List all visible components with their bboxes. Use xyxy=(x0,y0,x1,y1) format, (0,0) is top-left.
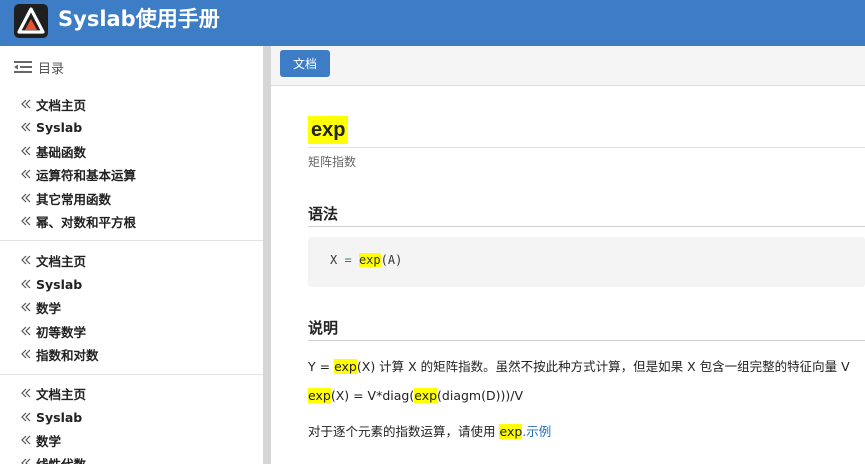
desc-text: Y = xyxy=(308,359,335,374)
nav-item-exp-log[interactable]: 指数和对数 xyxy=(21,345,99,363)
title-divider xyxy=(308,147,865,148)
nav-item-home[interactable]: 文档主页 xyxy=(21,95,86,113)
description-line-3: 对于逐个元素的指数运算，请使用 exp.示例 xyxy=(308,421,551,440)
nav-item-home[interactable]: 文档主页 xyxy=(21,384,86,402)
description-heading: 说明 xyxy=(308,319,339,337)
toc-header[interactable]: 目录 xyxy=(14,57,64,77)
nav-item-other-functions[interactable]: 其它常用函数 xyxy=(21,189,111,207)
nav-item-label: 文档主页 xyxy=(36,386,87,402)
nav-item-elementary-math[interactable]: 初等数学 xyxy=(21,322,86,340)
toc-label: 目录 xyxy=(38,61,65,77)
examples-link[interactable]: .示例 xyxy=(522,424,551,439)
double-chevron-left-icon xyxy=(21,193,31,203)
nav-item-label: Syslab xyxy=(36,119,83,135)
double-chevron-left-icon xyxy=(21,349,31,359)
nav-item-syslab[interactable]: Syslab xyxy=(21,118,82,136)
syntax-code: X = exp(A) xyxy=(330,253,402,267)
description-line-2: exp(X) = V*diag(exp(diagm(D)))/V xyxy=(308,388,523,403)
nav-item-power-log-sqrt[interactable]: 幂、对数和平方根 xyxy=(21,212,136,230)
fn-highlight: exp xyxy=(334,359,357,374)
nav-item-label: 数学 xyxy=(36,300,62,316)
desc-text: 对于逐个元素的指数运算，请使用 xyxy=(308,424,500,439)
double-chevron-left-icon xyxy=(21,326,31,336)
double-chevron-left-icon xyxy=(21,435,31,445)
tab-docs[interactable]: 文档 xyxy=(280,50,330,77)
nav-item-linear-algebra[interactable]: 线性代数 xyxy=(21,454,86,464)
nav-item-label: 其它常用函数 xyxy=(36,191,112,207)
double-chevron-left-icon xyxy=(21,122,31,132)
double-chevron-left-icon xyxy=(21,255,31,265)
nav-item-label: 文档主页 xyxy=(36,253,87,269)
double-chevron-left-icon xyxy=(21,388,31,398)
nav-item-label: Syslab xyxy=(36,409,83,425)
nav-item-math[interactable]: 数学 xyxy=(21,298,61,316)
double-chevron-left-icon xyxy=(21,169,31,179)
section-divider xyxy=(308,226,865,227)
double-chevron-left-icon xyxy=(21,216,31,226)
nav-item-home[interactable]: 文档主页 xyxy=(21,251,86,269)
doc-toolbar xyxy=(271,46,865,86)
nav-item-label: 初等数学 xyxy=(36,324,87,340)
nav-item-syslab[interactable]: Syslab xyxy=(21,275,82,293)
double-chevron-left-icon xyxy=(21,279,31,289)
nav-item-math[interactable]: 数学 xyxy=(21,431,61,449)
nav-item-label: 运算符和基本运算 xyxy=(36,167,137,183)
syntax-heading: 语法 xyxy=(308,205,339,223)
double-chevron-left-icon xyxy=(21,99,31,109)
nav-item-syslab[interactable]: Syslab xyxy=(21,408,82,426)
app-title: Syslab使用手册 xyxy=(58,7,220,31)
fn-highlight: exp xyxy=(499,424,523,439)
double-chevron-left-icon xyxy=(21,458,31,464)
nav-item-label: Syslab xyxy=(36,276,83,292)
fn-highlight: exp xyxy=(414,388,438,403)
nav-item-label: 文档主页 xyxy=(36,97,87,113)
desc-text: (X) 计算 X 的矩阵指数。虽然不按此种方式计算，但是如果 X 包含一组完整的… xyxy=(356,359,850,374)
app-logo[interactable] xyxy=(14,4,48,38)
function-title: exp xyxy=(308,116,349,144)
double-chevron-left-icon xyxy=(21,146,31,156)
sidebar-scrollbar[interactable] xyxy=(263,46,271,464)
function-subtitle: 矩阵指数 xyxy=(308,155,357,169)
nav-item-operators[interactable]: 运算符和基本运算 xyxy=(21,165,136,183)
fn-highlight: exp xyxy=(308,388,331,403)
nav-item-label: 基础函数 xyxy=(36,144,87,160)
desc-text: (diagm(D)))/V xyxy=(437,388,523,403)
nav-item-label: 幂、对数和平方根 xyxy=(36,214,137,230)
description-line-1: Y = exp(X) 计算 X 的矩阵指数。虽然不按此种方式计算，但是如果 X … xyxy=(308,356,850,375)
nav-item-label: 线性代数 xyxy=(36,456,87,464)
code-lhs: X xyxy=(330,253,338,267)
toc-collapse-icon xyxy=(14,61,32,73)
section-divider xyxy=(308,340,865,341)
nav-item-label: 数学 xyxy=(36,433,62,449)
nav-item-basic-functions[interactable]: 基础函数 xyxy=(21,142,86,160)
code-operator: = xyxy=(344,253,352,267)
nav-divider xyxy=(0,240,263,241)
desc-text: (X) = V*diag( xyxy=(330,388,415,403)
nav-item-label: 指数和对数 xyxy=(36,347,99,363)
double-chevron-left-icon xyxy=(21,412,31,422)
double-chevron-left-icon xyxy=(21,302,31,312)
nav-divider xyxy=(0,374,263,375)
code-function: exp xyxy=(358,253,381,267)
code-args: (A) xyxy=(380,253,403,267)
